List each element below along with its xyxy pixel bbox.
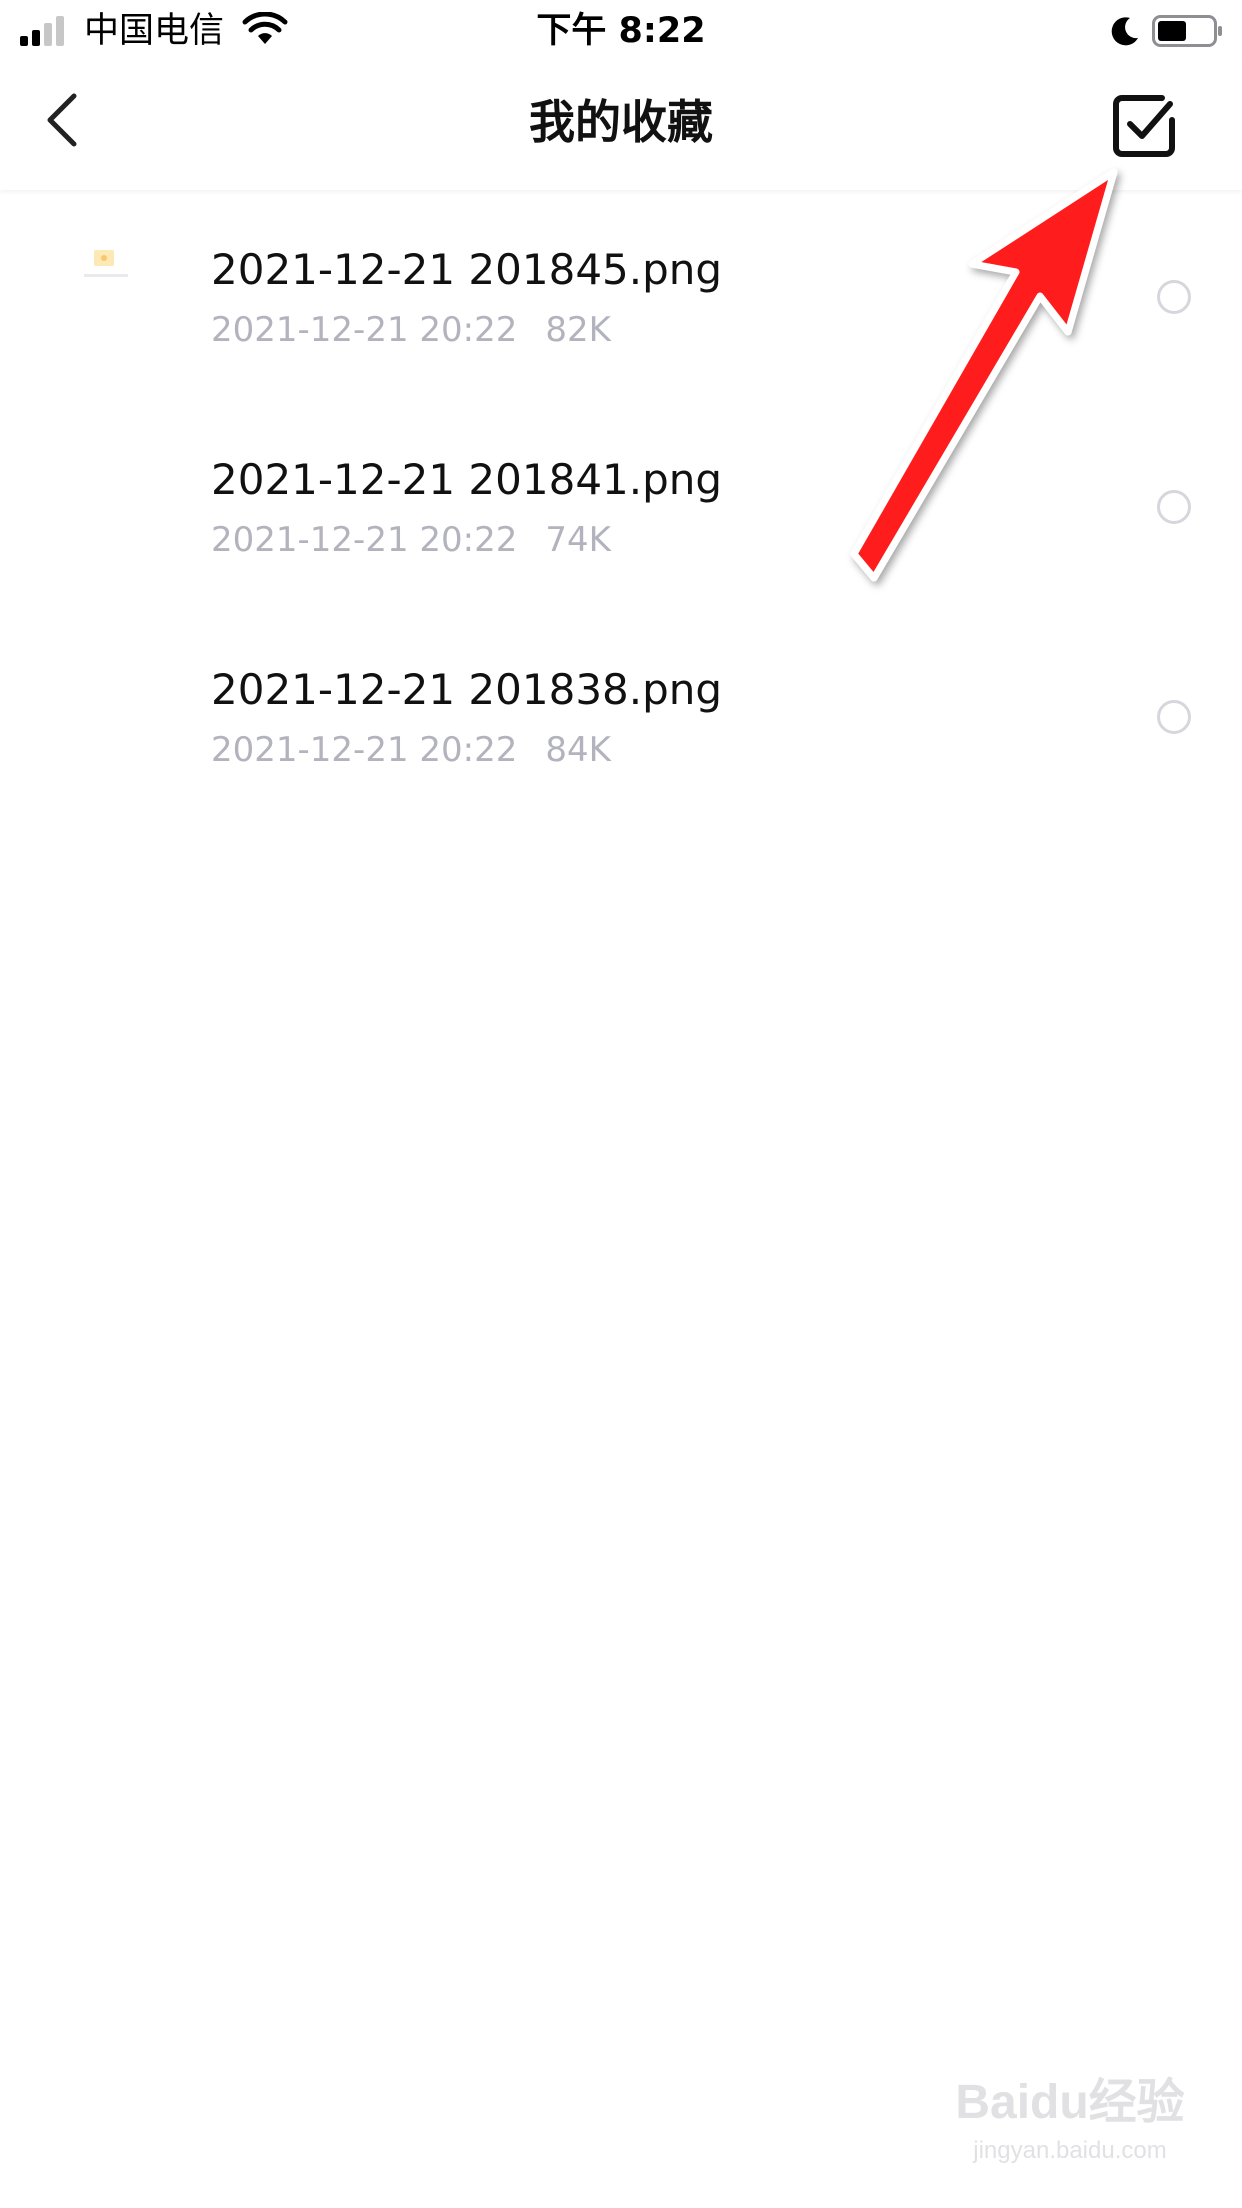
file-meta: 2021-12-21 20:22 82K — [211, 308, 611, 352]
select-mode-button[interactable] — [1108, 90, 1180, 162]
image-thumbnail-icon — [94, 250, 114, 266]
file-thumbnail — [70, 238, 140, 294]
file-meta: 2021-12-21 20:22 84K — [211, 728, 611, 772]
list-item[interactable]: 2021-12-21 201841.png 2021-12-21 20:22 74… — [0, 400, 1242, 610]
page-title: 我的收藏 — [529, 95, 713, 149]
select-radio[interactable] — [1157, 700, 1191, 734]
baidu-watermark: Baidu经验 jingyan.baidu.com — [950, 2072, 1190, 2182]
status-time: 下午 8:22 — [536, 11, 706, 51]
file-size: 82K — [545, 310, 611, 350]
file-date: 2021-12-21 20:22 — [211, 520, 518, 560]
select-radio[interactable] — [1157, 490, 1191, 524]
file-date: 2021-12-21 20:22 — [211, 310, 518, 350]
moon-icon — [1111, 17, 1138, 46]
file-name: 2021-12-21 201845.png — [211, 245, 723, 294]
select-radio[interactable] — [1157, 280, 1191, 314]
file-date: 2021-12-21 20:22 — [211, 730, 518, 770]
watermark-brand: Baidu经验 — [955, 2076, 1185, 2129]
favorites-list: 2021-12-21 201845.png 2021-12-21 20:22 82… — [0, 190, 1242, 820]
file-meta: 2021-12-21 20:22 74K — [211, 518, 611, 562]
watermark-url: jingyan.baidu.com — [973, 2137, 1167, 2164]
file-name: 2021-12-21 201838.png — [211, 665, 723, 714]
navigation-bar: 我的收藏 — [0, 62, 1242, 190]
list-item[interactable]: 2021-12-21 201838.png 2021-12-21 20:22 84… — [0, 610, 1242, 820]
battery-icon — [1152, 15, 1222, 47]
file-size: 74K — [545, 520, 611, 560]
file-name: 2021-12-21 201841.png — [211, 455, 723, 504]
status-bar: 中国电信 下午 8:22 — [0, 0, 1242, 62]
favorites-screen: 中国电信 下午 8:22 我的收藏 2021-12-21 201845.png … — [0, 0, 1242, 2208]
list-item[interactable]: 2021-12-21 201845.png 2021-12-21 20:22 82… — [0, 190, 1242, 400]
thumbnail-caption — [84, 274, 128, 277]
back-button[interactable] — [32, 88, 92, 152]
file-size: 84K — [545, 730, 611, 770]
